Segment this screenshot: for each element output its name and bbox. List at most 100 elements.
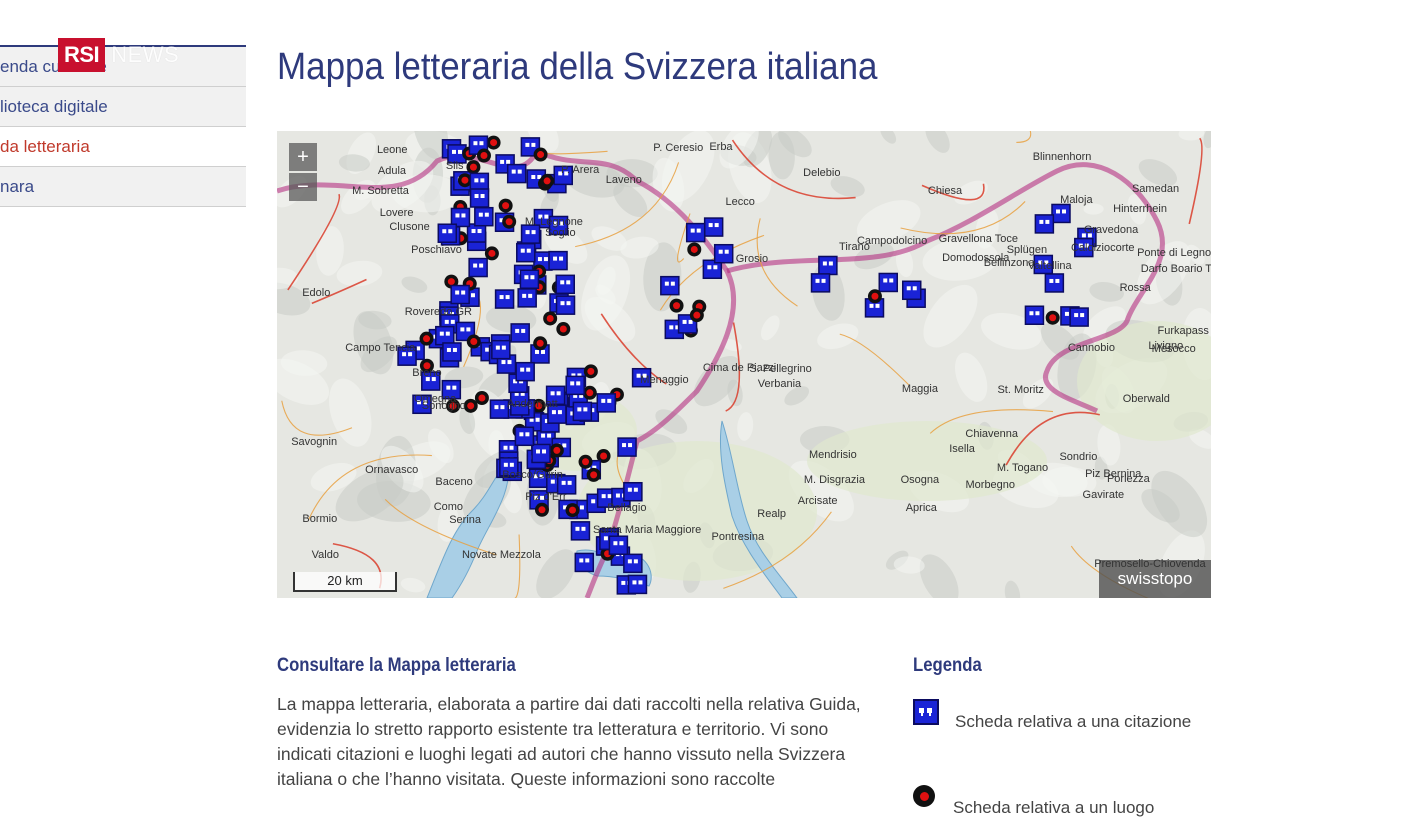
place-marker xyxy=(669,298,684,313)
map-place-label: Soglio xyxy=(545,227,576,240)
place-marker xyxy=(556,322,571,337)
map-place-label: Adula xyxy=(377,164,407,177)
quote-marker xyxy=(713,243,734,264)
map-place-label: Menaggio xyxy=(640,373,689,386)
map-place-label: Cannobio xyxy=(1067,341,1115,354)
quote-marker xyxy=(555,295,576,315)
map-place-label: Santa Maria Maggiore xyxy=(593,524,702,537)
map-place-label: Splügen xyxy=(1006,244,1048,257)
quote-marker xyxy=(516,242,536,263)
legend-place-row: Scheda relativa a un luogo xyxy=(913,774,1154,818)
place-marker xyxy=(687,242,702,257)
map-place-label: Campodolcino xyxy=(856,235,928,248)
map-place-label: Clusone xyxy=(389,220,430,233)
map-place-label: Maloja xyxy=(1060,193,1093,206)
quote-marker xyxy=(491,339,511,360)
map-place-label: Edolo xyxy=(302,286,331,299)
consult-line: evidenzia lo stretto rapporto esistente … xyxy=(277,719,829,739)
map-place-label: Darfo Boario Terme xyxy=(1140,262,1211,275)
map-place-label: Calolziocorte xyxy=(1070,242,1135,255)
place-marker xyxy=(502,214,517,229)
place-marker xyxy=(533,336,548,351)
quote-marker xyxy=(574,552,595,573)
map-place-label: Morbegno xyxy=(965,479,1016,492)
quote-marker xyxy=(623,481,643,502)
map-place-label: Delebio xyxy=(803,166,841,179)
legend-place-label: Scheda relativa a un luogo xyxy=(953,798,1155,817)
map-place-label: Lecco xyxy=(725,195,755,208)
literary-map[interactable]: + − 20 km swisstopo Realp Andermatt Furkap… xyxy=(277,131,1211,598)
map-place-label: Realp xyxy=(757,508,787,521)
place-marker xyxy=(474,390,489,405)
place-marker-icon xyxy=(913,785,935,807)
map-place-label: Valdo xyxy=(311,549,339,562)
quote-marker xyxy=(1034,214,1055,234)
map-scale-bar: 20 km xyxy=(293,572,397,592)
map-place-label: M. Togano xyxy=(996,462,1049,475)
map-place-label: Ponte di Legno xyxy=(1137,246,1211,259)
map-place-label: Ornavasco xyxy=(365,463,419,476)
map-place-label: Erba xyxy=(709,141,733,154)
quote-marker xyxy=(510,323,530,343)
map-place-label: Campo Tencia xyxy=(345,341,416,354)
zoom-out-button[interactable]: − xyxy=(289,173,317,201)
map-place-label: Baceno xyxy=(435,475,473,488)
place-marker xyxy=(543,311,558,326)
consult-heading: Consultare la Mappa letteraria xyxy=(277,655,516,676)
map-place-label: Sondrio xyxy=(1059,450,1098,463)
page-title: Mappa letteraria della Svizzera italiana xyxy=(277,46,878,88)
news-wordmark: NEWS xyxy=(111,42,180,67)
map-place-label: Arcisate xyxy=(797,495,838,508)
quote-marker xyxy=(466,223,487,243)
legend-quote-row: Scheda relativa a una citazione xyxy=(913,692,1191,732)
map-place-label: Osogna xyxy=(900,473,940,486)
map-place-label: Savognin xyxy=(291,435,338,448)
map-place-label: P. Arera xyxy=(560,163,600,176)
place-marker xyxy=(565,503,580,518)
quote-marker xyxy=(627,574,648,595)
sidenav-item-panorama[interactable]: nara xyxy=(0,167,246,207)
place-marker xyxy=(498,198,513,213)
quote-marker xyxy=(450,284,470,305)
map-place-label: Breno xyxy=(412,367,442,380)
zoom-in-button[interactable]: + xyxy=(289,143,317,171)
quote-marker-icon xyxy=(913,699,939,725)
quote-marker xyxy=(506,163,527,184)
quote-marker xyxy=(514,426,535,447)
map-place-label: M. Sobretta xyxy=(352,185,409,198)
map-place-label: Bosco/Gurin xyxy=(502,468,563,481)
sidenav-item-guida-letteraria[interactable]: da letteraria xyxy=(0,127,246,167)
place-marker xyxy=(867,289,882,304)
map-place-label: Andermatt xyxy=(506,397,558,410)
quote-marker xyxy=(685,222,706,243)
quote-marker xyxy=(489,399,510,419)
quote-marker xyxy=(878,272,899,293)
map-place-label: M. Disgrazia xyxy=(803,474,865,487)
quote-marker xyxy=(468,257,488,278)
sidenav-item-biblioteca[interactable]: lioteca digitale xyxy=(0,87,246,127)
map-place-label: P. Ceresio xyxy=(653,142,704,155)
quote-marker xyxy=(818,255,838,276)
map-place-label: Novate Mezzola xyxy=(461,549,541,562)
map-place-label: Aprica xyxy=(905,501,937,514)
map-place-label: Rossa xyxy=(1119,281,1151,294)
place-marker xyxy=(534,502,549,517)
quote-marker xyxy=(565,375,585,396)
consult-description: La mappa letteraria, elaborata a partire… xyxy=(277,692,892,792)
quote-marker xyxy=(660,275,680,296)
place-marker xyxy=(583,364,598,379)
quote-marker xyxy=(437,223,458,243)
legend-quote-label: Scheda relativa a una citazione xyxy=(955,712,1192,731)
map-place-label: Premosello-Chiovenda xyxy=(1094,558,1206,571)
quote-marker xyxy=(901,280,922,301)
map-place-label: Poschiavo xyxy=(411,243,462,256)
quote-marker xyxy=(623,553,643,574)
map-place-label: Roveredo GR xyxy=(404,305,472,318)
quote-marker xyxy=(617,437,637,457)
map-place-label: Lovere xyxy=(379,206,414,219)
map-place-label: Samedan xyxy=(1131,183,1180,196)
rsi-news-logo[interactable]: RSI NEWS xyxy=(58,38,179,72)
map-place-label: Piz d'Err xyxy=(525,491,567,504)
quote-marker xyxy=(469,188,490,208)
map-place-label: Furkapass xyxy=(1157,324,1209,337)
